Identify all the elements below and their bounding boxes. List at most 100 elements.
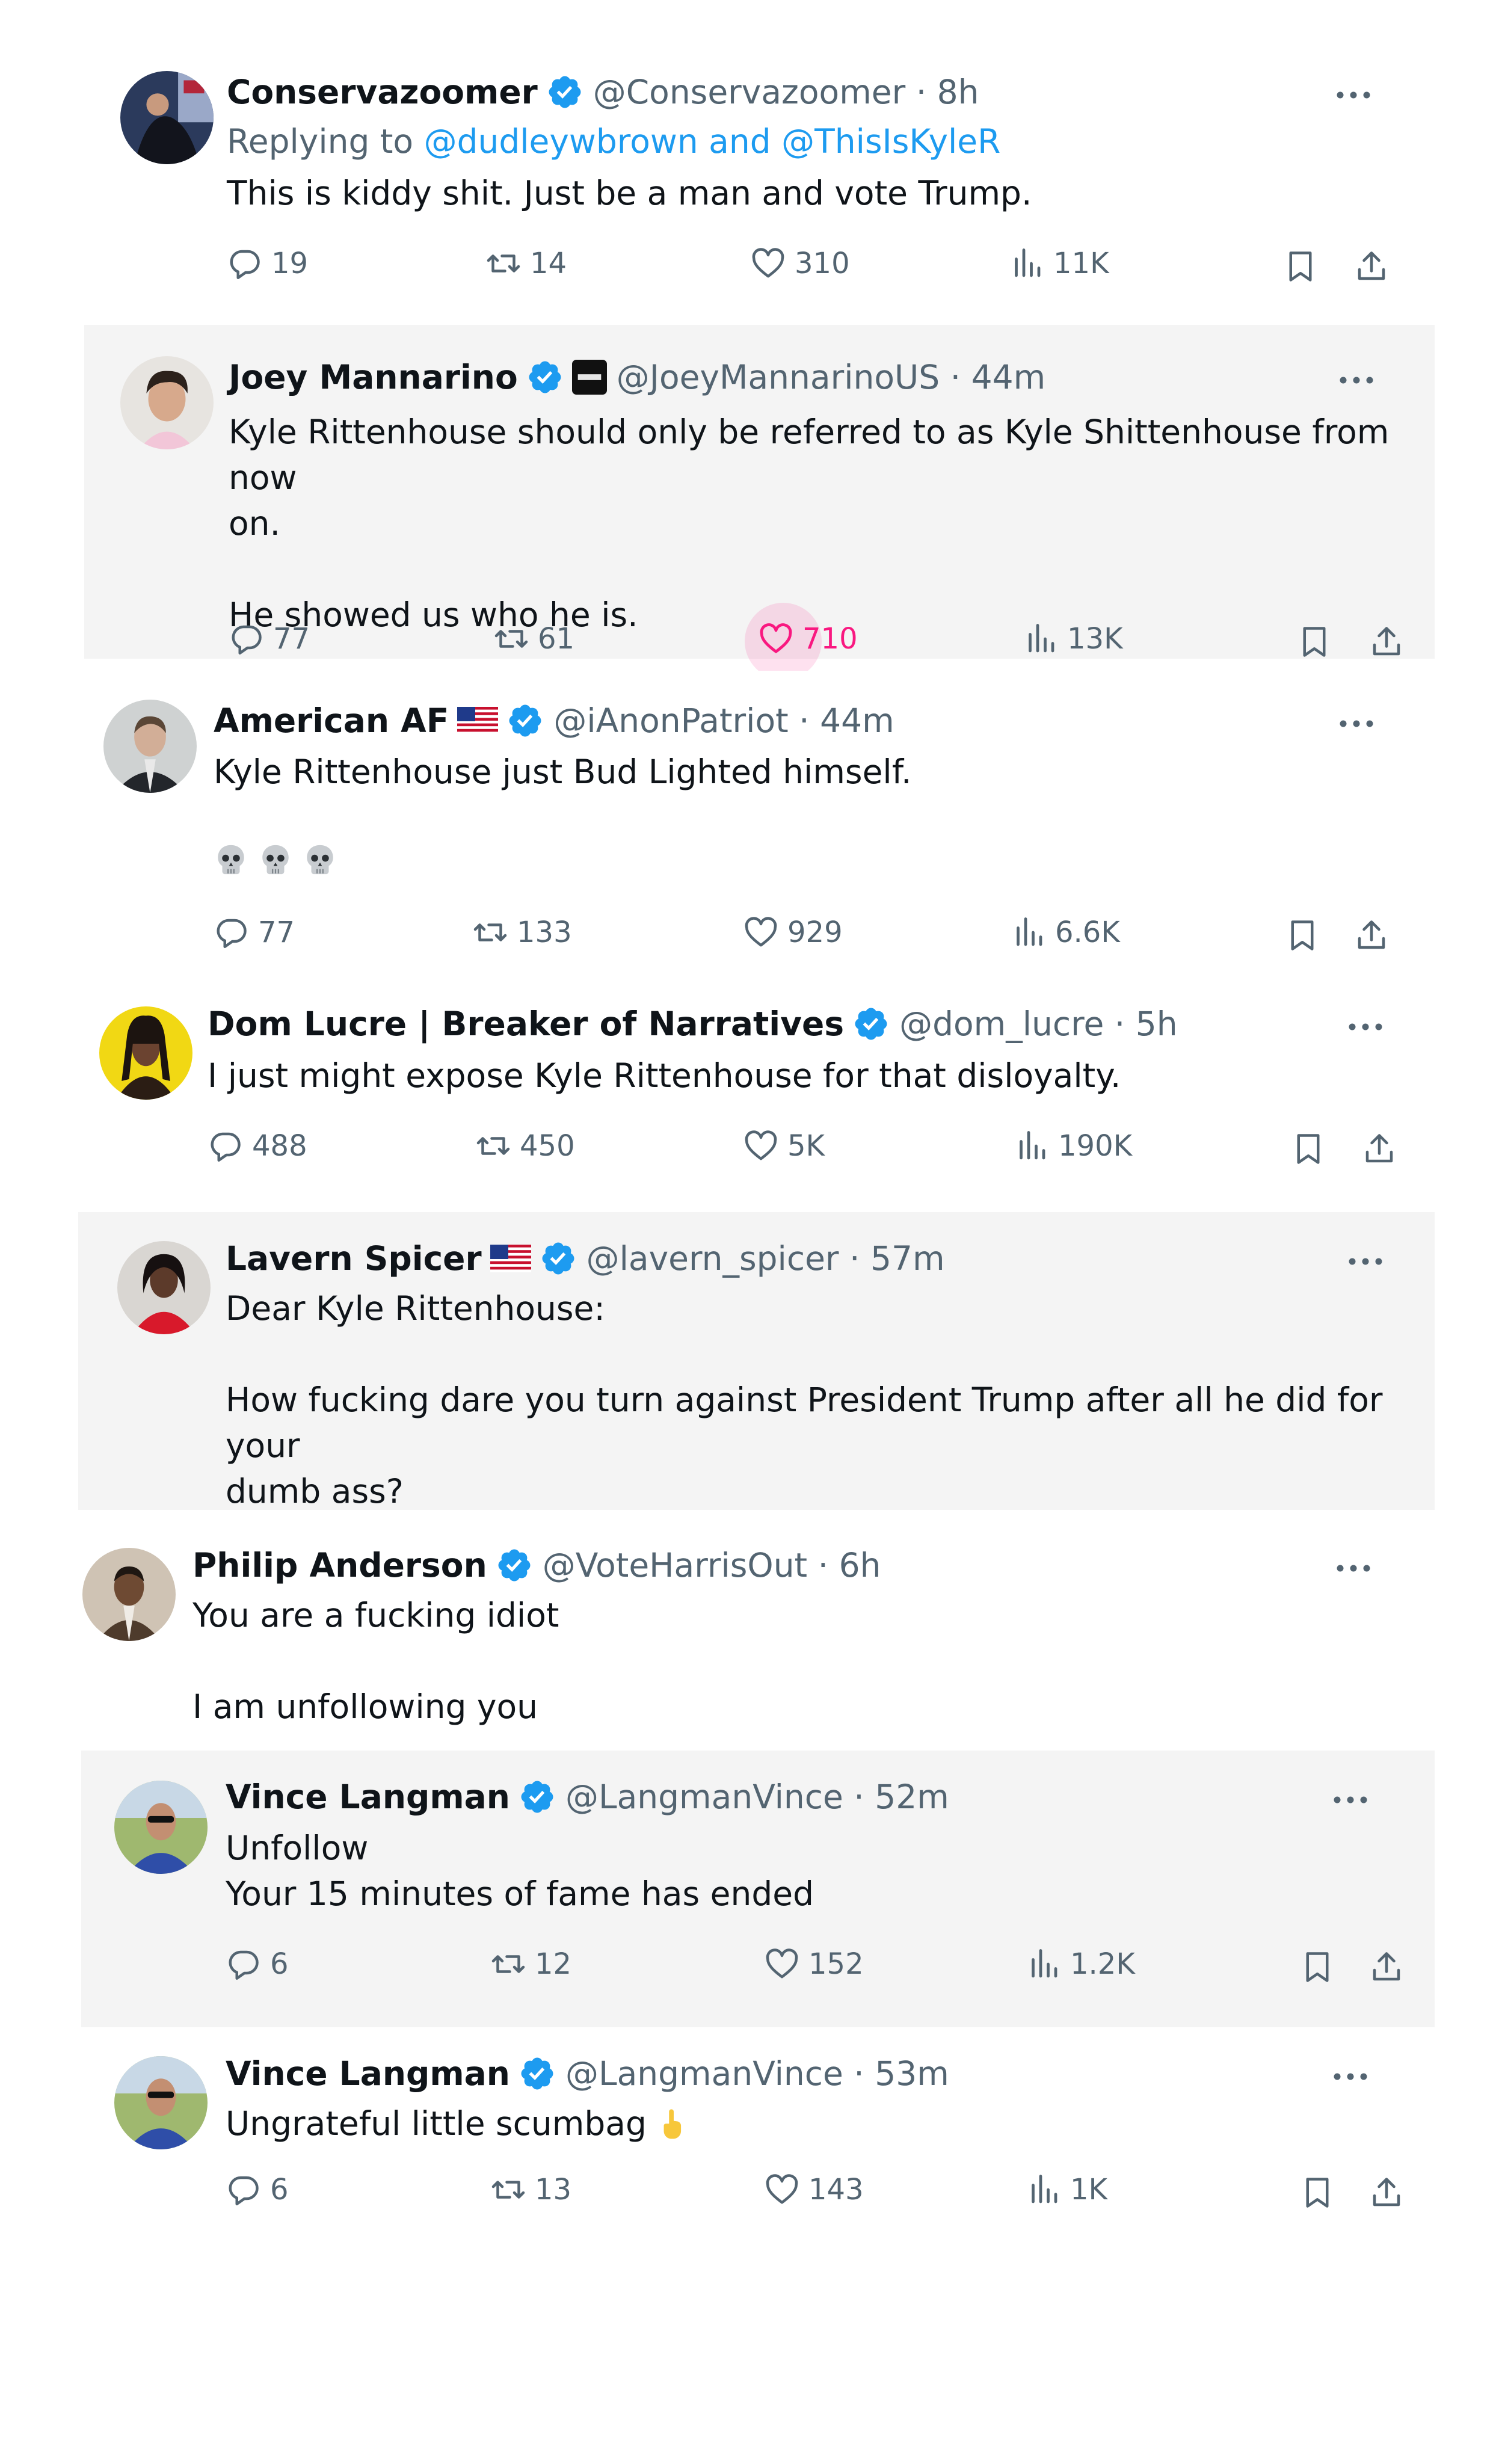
heart-icon: [743, 914, 779, 950]
reply-button[interactable]: 77: [214, 914, 295, 950]
bookmark-icon[interactable]: [1299, 1949, 1335, 1985]
more-options-icon[interactable]: [1347, 1255, 1384, 1267]
reply-post[interactable]: Dom Lucre | Breaker of Narratives @dom_l…: [60, 978, 1426, 1200]
bookmark-icon[interactable]: [1284, 917, 1320, 953]
views-button[interactable]: 13K: [1023, 621, 1123, 657]
avatar[interactable]: [120, 356, 214, 449]
post-text-line: Dear Kyle Rittenhouse:: [226, 1289, 605, 1328]
post-text-line: on.: [229, 504, 280, 543]
bookmark-icon[interactable]: [1290, 1131, 1326, 1167]
reply-post[interactable]: Joey Mannarino @JoeyMannarinoUS · 44m Ky…: [84, 325, 1435, 680]
reply-icon: [226, 2172, 262, 2208]
share-icon[interactable]: [1361, 1131, 1397, 1167]
repost-button[interactable]: 12: [490, 1946, 571, 1982]
repost-count: 450: [520, 1129, 575, 1163]
heart-icon: [764, 1946, 800, 1982]
us-flag-icon: [457, 707, 498, 735]
bookmark-icon[interactable]: [1296, 624, 1332, 660]
reply-post[interactable]: American AF @iAnonPatriot · 44m Kyle Rit…: [66, 671, 1420, 978]
reply-button[interactable]: 6: [226, 2172, 289, 2208]
reply-count: 19: [271, 247, 309, 280]
author-handle-time[interactable]: @JoeyMannarinoUS · 44m: [617, 356, 1045, 398]
repost-count: 12: [535, 1947, 572, 1981]
reply-button[interactable]: 488: [208, 1128, 307, 1164]
author-name[interactable]: Joey Mannarino: [229, 356, 518, 398]
avatar[interactable]: [120, 71, 214, 164]
bookmark-icon[interactable]: [1282, 248, 1319, 285]
views-icon: [1026, 2172, 1062, 2208]
bookmark-icon[interactable]: [1299, 2175, 1335, 2211]
action-bar: 6 13 143 1K: [226, 2172, 1405, 2214]
views-button[interactable]: 1.2K: [1026, 1946, 1135, 1982]
author-name[interactable]: Lavern Spicer: [226, 1237, 482, 1280]
like-button[interactable]: 710: [758, 621, 858, 657]
verified-badge-icon: [852, 1005, 890, 1043]
repost-button[interactable]: 14: [485, 245, 567, 282]
like-button[interactable]: 929: [743, 914, 843, 950]
repost-button[interactable]: 133: [472, 914, 572, 950]
share-icon[interactable]: [1353, 248, 1390, 285]
reply-post[interactable]: Vince Langman @LangmanVince · 52m Unfoll…: [81, 1751, 1435, 2027]
more-options-icon[interactable]: [1332, 2071, 1368, 2083]
repost-button[interactable]: 61: [493, 621, 574, 657]
like-count: 143: [808, 2173, 864, 2207]
author-name[interactable]: Philip Anderson: [192, 1544, 487, 1586]
more-options-icon[interactable]: [1335, 89, 1371, 101]
more-options-icon[interactable]: [1332, 1794, 1368, 1806]
reply-post[interactable]: Philip Anderson @VoteHarrisOut · 6h You …: [45, 1519, 1435, 1745]
share-icon[interactable]: [1368, 624, 1405, 660]
author-handle-time[interactable]: @VoteHarrisOut · 6h: [543, 1544, 881, 1586]
avatar[interactable]: [114, 2056, 208, 2149]
author-handle-time[interactable]: @LangmanVince · 52m: [565, 1776, 949, 1818]
reply-button[interactable]: 19: [227, 245, 308, 282]
reply-post[interactable]: Lavern Spicer @lavern_spicer · 57m Dear …: [78, 1212, 1435, 1511]
author-handle-time[interactable]: @Conservazoomer · 8h: [593, 71, 979, 113]
avatar[interactable]: [114, 1781, 208, 1874]
avatar[interactable]: [103, 700, 197, 793]
author-handle-time[interactable]: @iAnonPatriot · 44m: [553, 700, 894, 742]
replying-to-link[interactable]: @dudleywbrown and @ThisIsKyleR: [424, 122, 1001, 161]
share-icon[interactable]: [1353, 917, 1390, 953]
like-button[interactable]: 143: [764, 2172, 864, 2208]
views-count: 1K: [1070, 2173, 1108, 2207]
post-text-line: This is kiddy shit. Just be a man and vo…: [227, 174, 1032, 212]
verified-badge-icon: [546, 73, 583, 111]
reply-button[interactable]: 77: [229, 621, 310, 657]
action-bar: 77 133 929 6.6K: [214, 914, 1393, 956]
views-button[interactable]: 6.6K: [1011, 914, 1120, 950]
like-button[interactable]: 5K: [743, 1128, 825, 1164]
repost-button[interactable]: 450: [475, 1128, 575, 1164]
like-button[interactable]: 310: [750, 245, 850, 282]
repost-count: 13: [535, 2173, 572, 2207]
like-button[interactable]: 152: [764, 1946, 864, 1982]
skull-icon: [258, 842, 293, 877]
author-handle-time[interactable]: @dom_lucre · 5h: [899, 1003, 1178, 1045]
avatar[interactable]: [117, 1241, 211, 1334]
views-button[interactable]: 11K: [1009, 245, 1109, 282]
reply-button[interactable]: 6: [226, 1946, 289, 1982]
more-options-icon[interactable]: [1335, 1562, 1371, 1574]
repost-button[interactable]: 13: [490, 2172, 571, 2208]
author-name[interactable]: American AF: [214, 700, 449, 742]
affiliation-badge-icon: [571, 360, 607, 395]
author-name[interactable]: Vince Langman: [226, 1776, 510, 1818]
author-name[interactable]: Vince Langman: [226, 2053, 510, 2095]
views-button[interactable]: 1K: [1026, 2172, 1107, 2208]
avatar[interactable]: [99, 1006, 192, 1100]
author-name[interactable]: Dom Lucre | Breaker of Narratives: [208, 1003, 844, 1045]
author-name[interactable]: Conservazoomer: [227, 71, 538, 113]
share-icon[interactable]: [1368, 2175, 1405, 2211]
more-options-icon[interactable]: [1338, 374, 1374, 386]
avatar[interactable]: [82, 1548, 176, 1641]
share-icon[interactable]: [1368, 1949, 1405, 1985]
reply-post[interactable]: Conservazoomer @Conservazoomer · 8h Repl…: [84, 47, 1420, 312]
action-bar: 488 450 5K 190K: [208, 1128, 1405, 1170]
like-count: 310: [795, 247, 850, 280]
reply-post[interactable]: Vince Langman @LangmanVince · 53m Ungrat…: [81, 2027, 1435, 2256]
heart-icon: [750, 245, 786, 282]
more-options-icon[interactable]: [1338, 718, 1374, 730]
views-button[interactable]: 190K: [1014, 1128, 1132, 1164]
author-handle-time[interactable]: @LangmanVince · 53m: [565, 2053, 949, 2095]
author-handle-time[interactable]: @lavern_spicer · 57m: [586, 1237, 945, 1280]
more-options-icon[interactable]: [1347, 1021, 1384, 1033]
